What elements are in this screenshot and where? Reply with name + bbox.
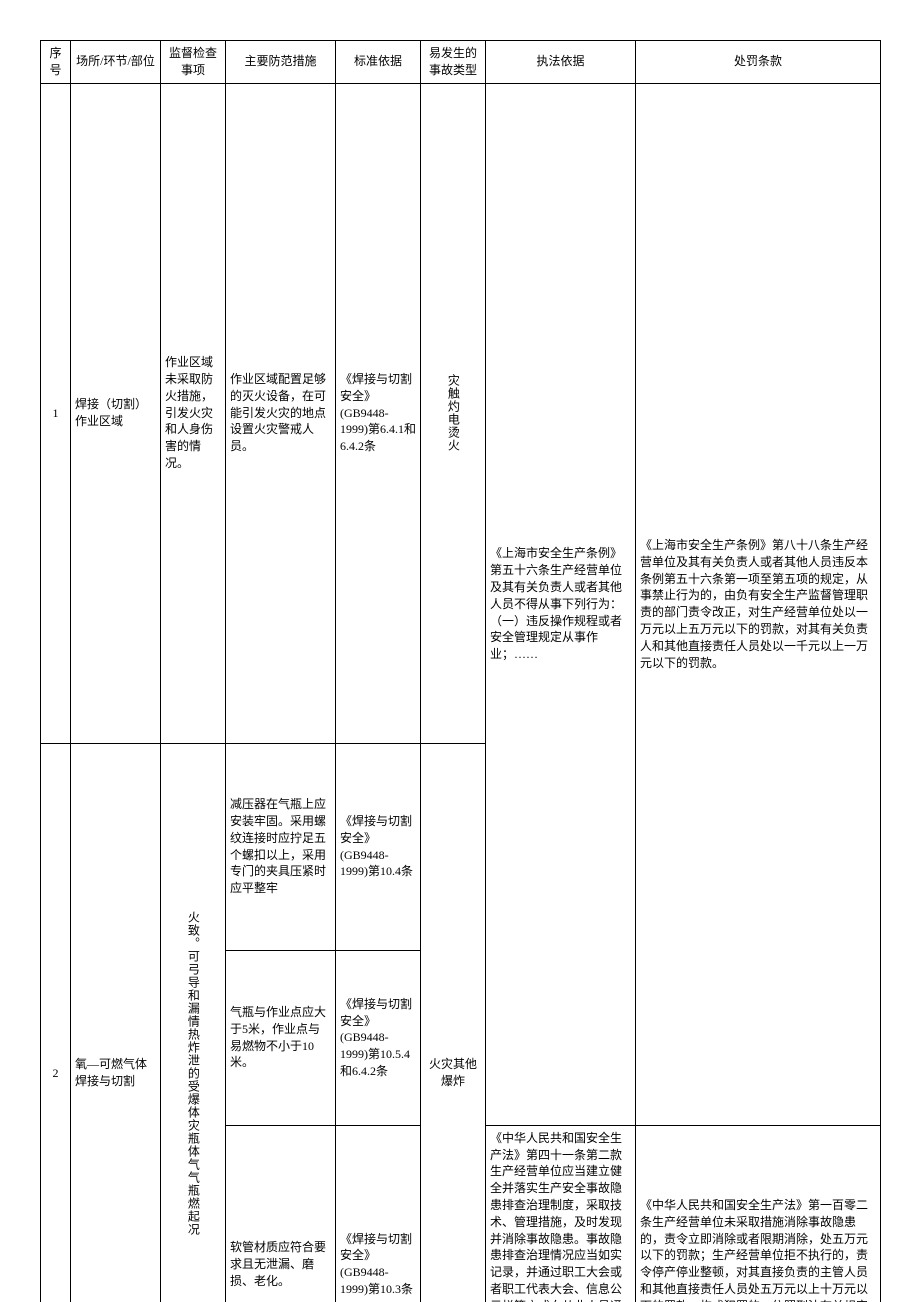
table-header-row: 序号 场所/环节/部位 监督检查事项 主要防范措施 标准依据 易发生的事故类型 … bbox=[41, 41, 881, 84]
measures-cell: 减压器在气瓶上应安装牢固。采用螺纹连接时应拧足五个螺扣以上，采用专门的夹具压紧时… bbox=[226, 743, 336, 950]
inspection-cell: 火致。可弓导和漏情热炸泄的受爆体灾瓶体气气瓶燃起况 bbox=[161, 743, 226, 1302]
col-seq: 序号 bbox=[41, 41, 71, 84]
accident-cell: 灾触灼电烫火 bbox=[421, 83, 486, 743]
col-penalty: 处罚条款 bbox=[636, 41, 881, 84]
seq-cell: 1 bbox=[41, 83, 71, 743]
law-basis-cell: 《上海市安全生产条例》第五十六条生产经营单位及其有关负责人或者其他人员不得从事下… bbox=[486, 83, 636, 1125]
measures-cell: 作业区域配置足够的灭火设备，在可能引发火灾的地点设置火灾警戒人员。 bbox=[226, 83, 336, 743]
col-standard: 标准依据 bbox=[336, 41, 421, 84]
safety-inspection-table: 序号 场所/环节/部位 监督检查事项 主要防范措施 标准依据 易发生的事故类型 … bbox=[40, 40, 881, 1302]
penalty-cell: 《上海市安全生产条例》第八十八条生产经营单位及其有关负责人或者其他人员违反本条例… bbox=[636, 83, 881, 1125]
penalty-cell: 《中华人民共和国安全生产法》第一百零二条生产经营单位未采取措施消除事故隐患的，责… bbox=[636, 1125, 881, 1302]
standard-cell: 《焊接与切割安全》(GB9448-1999)第10.3条 bbox=[336, 1125, 421, 1302]
place-cell: 焊接（切割）作业区域 bbox=[71, 83, 161, 743]
accident-cell: 火灾其他爆炸 bbox=[421, 743, 486, 1302]
col-law-basis: 执法依据 bbox=[486, 41, 636, 84]
standard-cell: 《焊接与切割安全》(GB9448-1999)第10.5.4和6.4.2条 bbox=[336, 950, 421, 1125]
col-measures: 主要防范措施 bbox=[226, 41, 336, 84]
standard-cell: 《焊接与切割安全》(GB9448-1999)第10.4条 bbox=[336, 743, 421, 950]
law-basis-cell: 《中华人民共和国安全生产法》第四十一条第二款生产经营单位应当建立健全并落实生产安… bbox=[486, 1125, 636, 1302]
inspection-cell: 作业区域未采取防火措施，引发火灾和人身伤害的情况。 bbox=[161, 83, 226, 743]
seq-cell: 2 bbox=[41, 743, 71, 1302]
measures-cell: 气瓶与作业点应大于5米，作业点与易燃物不小于10米。 bbox=[226, 950, 336, 1125]
accident-text: 灾触灼电烫火 bbox=[445, 88, 462, 739]
col-accident: 易发生的事故类型 bbox=[421, 41, 486, 84]
col-place: 场所/环节/部位 bbox=[71, 41, 161, 84]
place-cell: 氧—可燃气体焊接与切割 bbox=[71, 743, 161, 1302]
measures-cell: 软管材质应符合要求且无泄漏、磨损、老化。 bbox=[226, 1125, 336, 1302]
table-row: 1 焊接（切割）作业区域 作业区域未采取防火措施，引发火灾和人身伤害的情况。 作… bbox=[41, 83, 881, 743]
standard-cell: 《焊接与切割安全》(GB9448-1999)第6.4.1和6.4.2条 bbox=[336, 83, 421, 743]
inspection-text: 火致。可弓导和漏情热炸泄的受爆体灾瓶体气气瓶燃起况 bbox=[185, 748, 202, 1302]
col-inspection: 监督检查事项 bbox=[161, 41, 226, 84]
